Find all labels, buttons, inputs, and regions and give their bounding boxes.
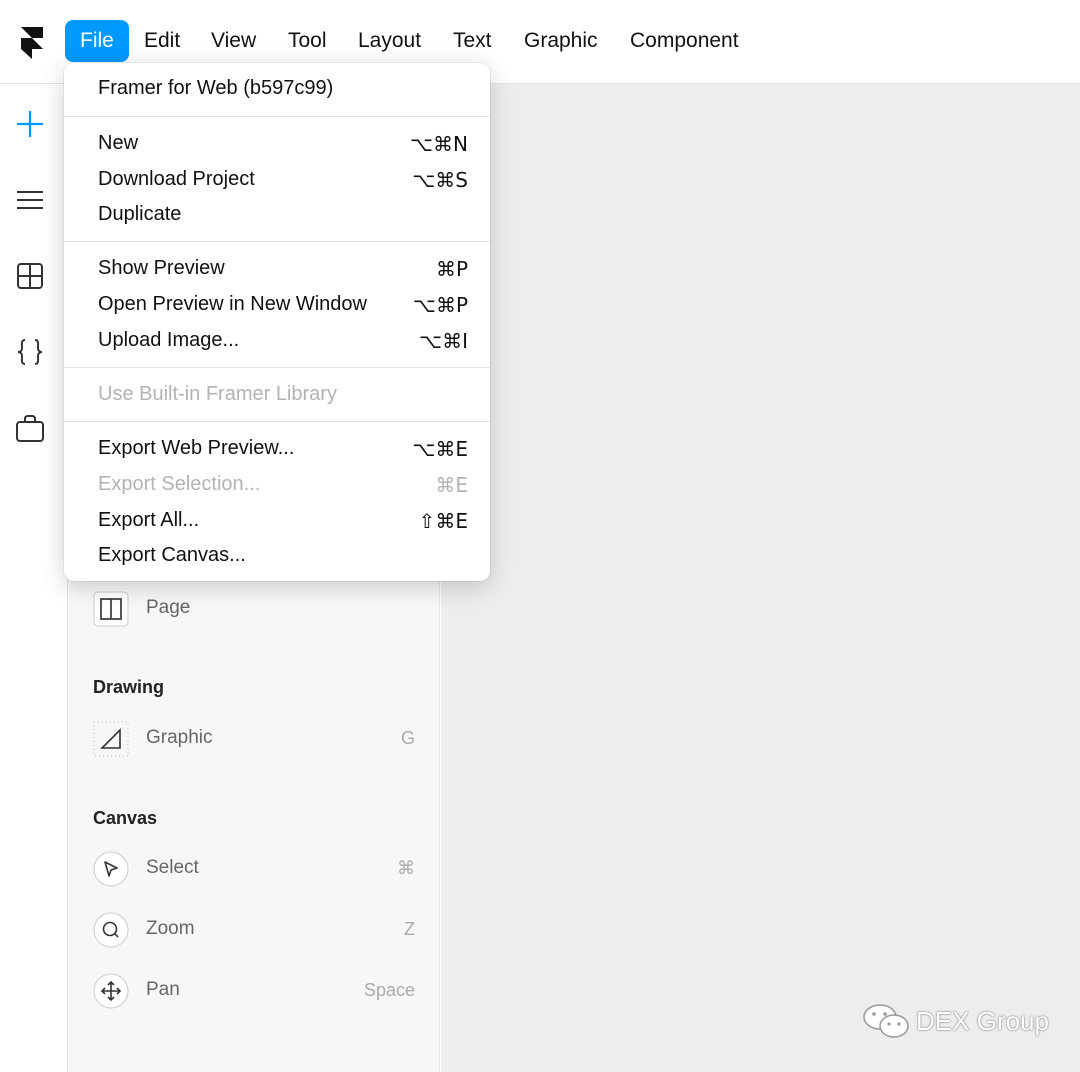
menu-file[interactable]: File <box>65 20 129 62</box>
duplicate-label: Duplicate <box>98 203 182 225</box>
menu-item-upload-image[interactable]: Upload Image... ⌥⌘I <box>64 324 490 358</box>
drawing-section-title: Drawing <box>93 677 165 697</box>
menu-divider <box>64 421 490 422</box>
graphic-triangle-icon <box>93 721 129 757</box>
new-shortcut: ⌥⌘N <box>409 132 468 156</box>
upload-image-shortcut: ⌥⌘I <box>419 329 468 353</box>
cursor-icon <box>93 851 129 887</box>
menu-item-new[interactable]: New ⌥⌘N <box>64 127 490 161</box>
version-label: Framer for Web (b597c99) <box>98 77 334 99</box>
menu-item-show-preview[interactable]: Show Preview ⌘P <box>64 252 490 286</box>
menu-edit[interactable]: Edit <box>129 20 195 62</box>
grid-icon[interactable] <box>14 260 46 292</box>
watermark-text: DEX Group <box>916 1006 1049 1036</box>
menu-item-download-project[interactable]: Download Project ⌥⌘S <box>64 163 490 197</box>
version-item: Framer for Web (b597c99) <box>64 72 490 106</box>
export-web-preview-label: Export Web Preview... <box>98 437 295 459</box>
menu-tool[interactable]: Tool <box>273 20 342 62</box>
open-preview-shortcut: ⌥⌘P <box>412 293 468 317</box>
export-selection-label: Export Selection... <box>98 473 261 495</box>
menu-item-open-preview-new-window[interactable]: Open Preview in New Window ⌥⌘P <box>64 288 490 322</box>
canvas-section-title: Canvas <box>93 808 158 828</box>
pan-shortcut: Space <box>363 980 415 1000</box>
framer-logo-icon[interactable] <box>20 26 44 60</box>
menu-icon[interactable] <box>14 184 46 216</box>
export-all-shortcut: ⇧⌘E <box>418 509 468 533</box>
zoom-tool-item[interactable]: Zoom Z <box>93 912 415 950</box>
export-selection-shortcut: ⌘E <box>435 473 468 497</box>
show-preview-label: Show Preview <box>98 257 225 279</box>
download-project-label: Download Project <box>98 168 255 190</box>
menu-item-export-canvas[interactable]: Export Canvas... <box>64 539 490 573</box>
menu-divider <box>64 367 490 368</box>
menu-graphic[interactable]: Graphic <box>509 20 613 62</box>
menu-item-duplicate[interactable]: Duplicate <box>64 198 490 232</box>
select-tool-label: Select <box>146 857 199 878</box>
left-rail <box>0 84 68 1072</box>
file-menu-dropdown: Framer for Web (b597c99) New ⌥⌘N Downloa… <box>64 63 490 581</box>
menu-item-builtin-library: Use Built-in Framer Library <box>64 378 490 412</box>
download-project-shortcut: ⌥⌘S <box>412 168 468 192</box>
page-layout-icon <box>93 591 129 627</box>
zoom-shortcut: Z <box>404 919 415 939</box>
show-preview-shortcut: ⌘P <box>435 257 468 281</box>
insert-page-label: Page <box>146 597 191 618</box>
wechat-icon <box>863 1004 909 1038</box>
code-braces-icon[interactable] <box>14 336 46 368</box>
zoom-icon <box>93 912 129 948</box>
pan-move-icon <box>93 973 129 1009</box>
canvas-area[interactable] <box>441 84 1080 1072</box>
menu-item-export-all[interactable]: Export All... ⇧⌘E <box>64 504 490 538</box>
menu-text[interactable]: Text <box>438 20 507 62</box>
bag-icon[interactable] <box>14 412 46 444</box>
export-all-label: Export All... <box>98 509 200 531</box>
menu-layout[interactable]: Layout <box>343 20 436 62</box>
new-label: New <box>98 132 139 154</box>
menu-view[interactable]: View <box>196 20 271 62</box>
export-web-preview-shortcut: ⌥⌘E <box>412 437 468 461</box>
pan-tool-label: Pan <box>146 979 180 1000</box>
menu-item-export-web-preview[interactable]: Export Web Preview... ⌥⌘E <box>64 432 490 466</box>
select-tool-item[interactable]: Select ⌘ <box>93 851 415 889</box>
zoom-tool-label: Zoom <box>146 918 195 939</box>
builtin-library-label: Use Built-in Framer Library <box>98 383 337 405</box>
upload-image-label: Upload Image... <box>98 329 240 351</box>
menu-component[interactable]: Component <box>615 20 754 62</box>
graphic-tool-item[interactable]: Graphic G <box>93 721 415 759</box>
graphic-tool-label: Graphic <box>146 727 213 748</box>
select-shortcut: ⌘ <box>397 858 415 878</box>
graphic-shortcut: G <box>400 728 415 748</box>
pan-tool-item[interactable]: Pan Space <box>93 973 415 1011</box>
menu-divider <box>64 116 490 117</box>
menu-item-export-selection: Export Selection... ⌘E <box>64 468 490 502</box>
open-preview-label: Open Preview in New Window <box>98 293 367 315</box>
insert-page-item[interactable]: Page <box>93 591 415 629</box>
plus-icon[interactable] <box>14 108 46 140</box>
menu-divider <box>64 241 490 242</box>
export-canvas-label: Export Canvas... <box>98 544 246 566</box>
